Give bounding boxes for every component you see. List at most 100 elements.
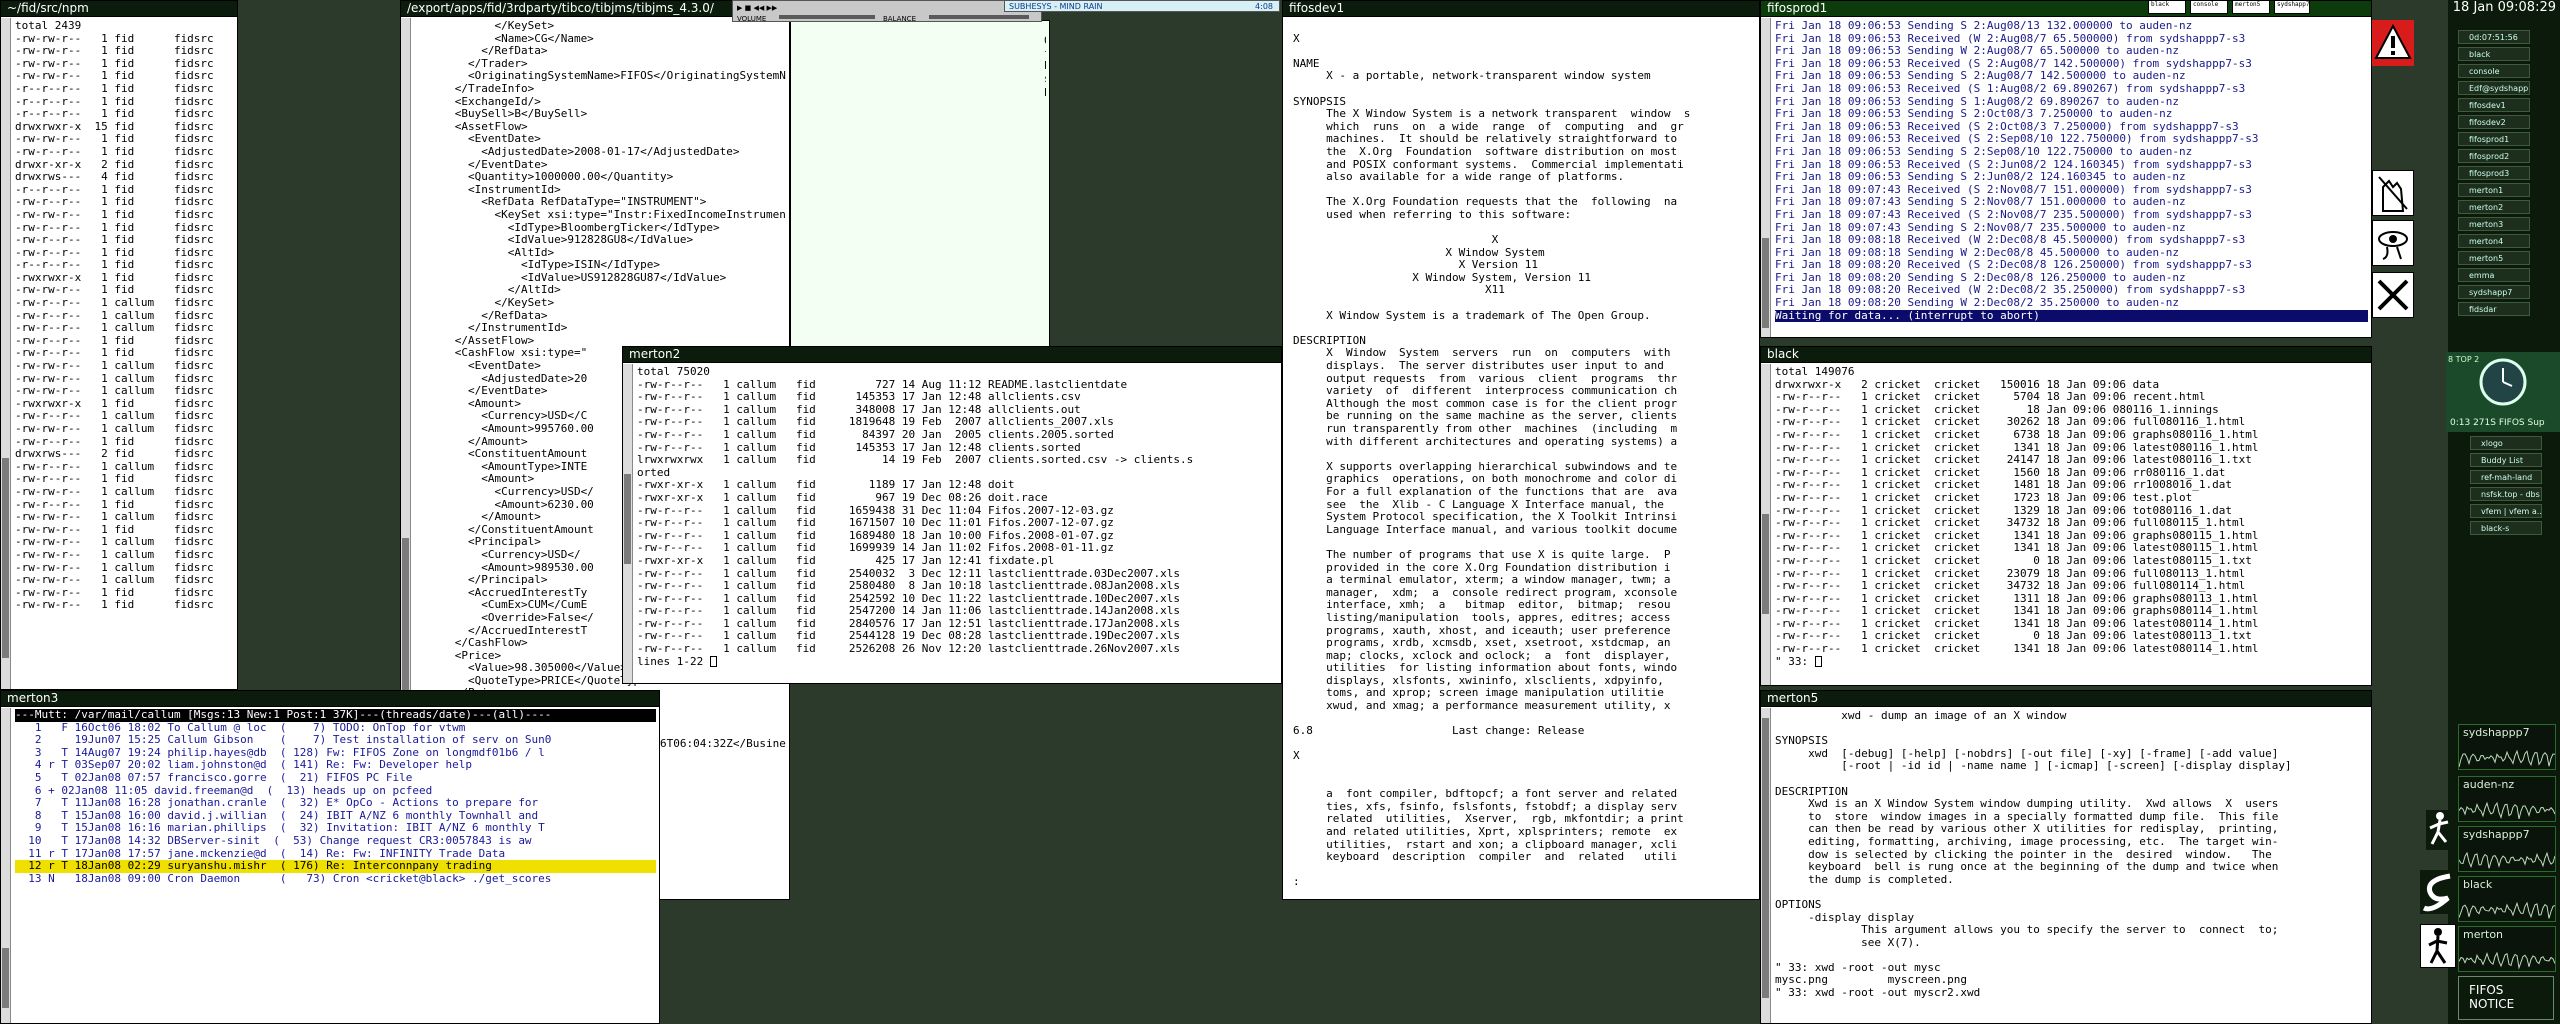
load-graph[interactable]: merton — [2458, 926, 2556, 972]
fifosdev1-titlebar[interactable]: fifosdev1 — [1283, 1, 1759, 17]
pager-item[interactable]: ref-mah-land — [2470, 470, 2542, 484]
pager-item[interactable]: merton2 — [2458, 200, 2530, 214]
black-scrollbar[interactable] — [1761, 364, 1771, 685]
fifos-notice[interactable]: FIFOS NOTICE — [2458, 976, 2554, 1020]
merton2-line: orted — [637, 466, 671, 479]
pager-item[interactable]: xlogo — [2470, 436, 2542, 450]
merton3-scrollbar[interactable] — [1, 708, 11, 1023]
black-line: -rw-r--r-- 1 cricket cricket 1341 18 Jan… — [1775, 529, 2259, 542]
pager-item[interactable]: black — [2458, 47, 2530, 61]
log-line: Fri Jan 18 09:08:20 Sending W 2:Dec08/2 … — [1775, 297, 2179, 310]
xml-titlebar[interactable]: /export/apps/fid/3rdparty/tibco/tibjms/t… — [401, 1, 789, 17]
mini-window-2[interactable]: console — [2190, 0, 2228, 14]
pager-item[interactable]: sydshapp7 — [2458, 285, 2530, 299]
mini-window-4[interactable]: sydshapp7 — [2274, 0, 2310, 14]
load-graph[interactable]: auden-nz — [2458, 776, 2556, 822]
merton5-titlebar[interactable]: merton5 — [1761, 691, 2371, 707]
merton2-line: -rw-r--r-- 1 callum fid 145353 17 Jan 12… — [637, 391, 1081, 404]
mutt-message-row[interactable]: 2 19Jun07 15:25 Callum Gibson ( 7) Test … — [15, 734, 656, 747]
black-line: -rw-r--r-- 1 cricket cricket 1311 18 Jan… — [1775, 592, 2259, 605]
watch-widget[interactable]: 8 TOP 2 0:13 271S FIFOS Sup — [2446, 352, 2560, 432]
merton2-titlebar[interactable]: merton2 — [623, 347, 1281, 363]
fidsrc-line: -rw-r--r-- 1 callum fidsrc 36252 20 Dec … — [15, 309, 214, 322]
media-player[interactable]: ▶ ■ ◀◀ ▶▶ VOLUME BALANCE — [732, 0, 1042, 23]
pager-item[interactable]: Buddy List — [2470, 453, 2542, 467]
black-titlebar[interactable]: black — [1761, 347, 2371, 363]
pager-item[interactable]: black-s — [2470, 521, 2542, 535]
pager-item[interactable]: fifosdev2 — [2458, 115, 2530, 129]
merton3-titlebar[interactable]: merton3 — [1, 691, 659, 707]
mutt-message-row[interactable]: 13 N 18Jan08 09:00 Cron Daemon ( 73) Cro… — [15, 873, 656, 886]
pager-item[interactable]: merton3 — [2458, 217, 2530, 231]
fidsrc-line: drwxrws--- 4 fid fidsrc 1024 19 Sep — [15, 171, 214, 184]
black-terminal[interactable]: black total 149076 drwxrwxr-x 2 cricket c… — [1760, 346, 2372, 686]
mutt-message-row[interactable]: 4 r T 03Sep07 20:02 liam.johnston@d ( 14… — [15, 759, 656, 772]
merton5-scrollbar[interactable] — [1761, 708, 1771, 1023]
mutt-message-row[interactable]: 8 T 15Jan08 16:00 david.j.willian ( 24) … — [15, 810, 656, 823]
manpage-line: related utilities, Xserver, rgb, mkfontd… — [1293, 813, 1684, 826]
mutt-message-row[interactable]: 6 + 02Jan08 11:05 david.freeman@d ( 13) … — [15, 785, 656, 798]
pager-item[interactable]: merton5 — [2458, 251, 2530, 265]
pager-item[interactable]: nsfsk.top - dbs — [2470, 487, 2542, 501]
mutt-message-row[interactable]: 12 r T 18Jan08 02:29 suryanshu.mishr ( 1… — [15, 860, 656, 873]
fidsrc-scrollbar[interactable] — [1, 18, 11, 689]
pager-item[interactable]: console — [2458, 64, 2530, 78]
mutt-message-row[interactable]: 7 T 11Jan08 16:28 jonathan.cranle ( 32) … — [15, 797, 656, 810]
running-man-icon[interactable] — [2426, 810, 2454, 850]
merton5-line: mysc.png myscreen.png — [1775, 974, 1968, 987]
pager-item[interactable]: fidsdar — [2458, 302, 2530, 316]
fidsrc-line: -rw-rw-r-- 1 callum fidsrc 33629 20 Dec … — [15, 372, 214, 385]
pager-item[interactable]: 0d:07:51:56 — [2458, 30, 2530, 44]
pager-item[interactable]: fifosprod2 — [2458, 149, 2530, 163]
mutt-message-list: 1 F 16Oct06 18:02 To Callum @ loc ( 7) T… — [15, 722, 656, 886]
warning-icon[interactable] — [2372, 20, 2414, 66]
manpage-line: X - a portable, network-transparent wind… — [1293, 70, 1651, 83]
load-graph[interactable]: black — [2458, 876, 2556, 922]
fidsrc-line: -r--r--r-- 1 fid fidsrc 10944 12 Nov — [15, 259, 214, 272]
load-graph[interactable]: sydshappp7 — [2458, 826, 2556, 872]
pager-item[interactable]: emma — [2458, 268, 2530, 282]
walking-figure-icon[interactable] — [2420, 924, 2456, 968]
pager-item[interactable]: merton4 — [2458, 234, 2530, 248]
black-line: -rw-r--r-- 1 cricket cricket 1341 18 Jan… — [1775, 643, 2259, 656]
fidsrc-titlebar[interactable]: ~/fid/src/npm — [1, 1, 237, 17]
mutt-message-row[interactable]: 3 T 14Aug07 19:24 philip.hayes@db ( 128)… — [15, 747, 656, 760]
merton5-terminal[interactable]: merton5 xwd - dump an image of an X wind… — [1760, 690, 2372, 1024]
pager-item[interactable]: fifosdev1 — [2458, 98, 2530, 112]
pager-item[interactable]: Edf@sydshapp — [2458, 81, 2530, 95]
shell-prompt[interactable]: " 33: — [1775, 656, 2368, 669]
pager-item[interactable]: fifosprod3 — [2458, 166, 2530, 180]
pager-item[interactable]: fifosprod1 — [2458, 132, 2530, 146]
pager-status[interactable]: lines 1-22 — [637, 656, 1278, 669]
merton2-terminal[interactable]: merton2 total 75020 -rw-r--r-- 1 callum f… — [622, 346, 1282, 684]
load-graph[interactable]: sydshappp7 — [2458, 724, 2556, 770]
pager-item[interactable]: vfem | vfem a... — [2470, 504, 2542, 518]
mutt-message-row[interactable]: 11 r T 17Jan08 17:57 jane.mckenzie@d ( 1… — [15, 848, 656, 861]
pager-item[interactable]: merton1 — [2458, 183, 2530, 197]
fifosdev1-terminal[interactable]: fifosdev1 X NAME X - a portable, network-… — [1282, 0, 1760, 900]
merton2-scrollbar[interactable] — [623, 364, 633, 683]
balance-slider[interactable] — [929, 15, 1029, 19]
mutt-message-row[interactable]: 9 T 15Jan08 16:16 marian.phillips ( 32) … — [15, 822, 656, 835]
mutt-message-row[interactable]: 1 F 16Oct06 18:02 To Callum @ loc ( 7) T… — [15, 722, 656, 735]
fidsrc-line: drwxr-xr-x 2 fid fidsrc 2048 17 Jan 1 — [15, 158, 214, 171]
fidsrc-line: -rw-r--r-- 1 fid fidsrc 8224 3 Oct — [15, 435, 214, 448]
eye-of-horus-icon[interactable] — [2372, 220, 2414, 266]
swirl-logo-icon[interactable] — [2420, 870, 2456, 914]
xml-line: </RefData> — [415, 45, 548, 58]
crossed-tools-icon[interactable] — [2372, 272, 2414, 318]
volume-slider[interactable] — [779, 15, 875, 19]
mutt-message-row[interactable]: 5 T 02Jan08 07:57 francisco.gorre ( 21) … — [15, 772, 656, 785]
fidsrc-terminal[interactable]: ~/fid/src/npm total 2439 -rw-rw-r-- 1 fid… — [0, 0, 238, 690]
mini-window-3[interactable]: merton5 — [2232, 0, 2270, 14]
merton5-line: dow is selected by clicking the pointer … — [1775, 848, 2272, 861]
mutt-message-row[interactable]: 10 T 17Jan08 14:32 DBServer-sinit ( 53) … — [15, 835, 656, 848]
mini-window-1[interactable]: black — [2148, 0, 2186, 14]
fifosprod1-scrollbar[interactable] — [1761, 18, 1771, 337]
pointer-hand-icon[interactable] — [2372, 170, 2414, 216]
fifosprod1-terminal[interactable]: fifosprod1 Fri Jan 18 09:06:53 Sending S… — [1760, 0, 2372, 338]
merton3-terminal[interactable]: merton3 ---Mutt: /var/mail/callum [Msgs:… — [0, 690, 660, 1024]
merton5-line: [-root | -id id | -name name ] [-icmap] … — [1775, 760, 2292, 773]
log-line: Fri Jan 18 09:07:43 Received (S 2:Nov08/… — [1775, 183, 2252, 196]
black-line: -rw-r--r-- 1 cricket cricket 30262 18 Ja… — [1775, 416, 2246, 429]
